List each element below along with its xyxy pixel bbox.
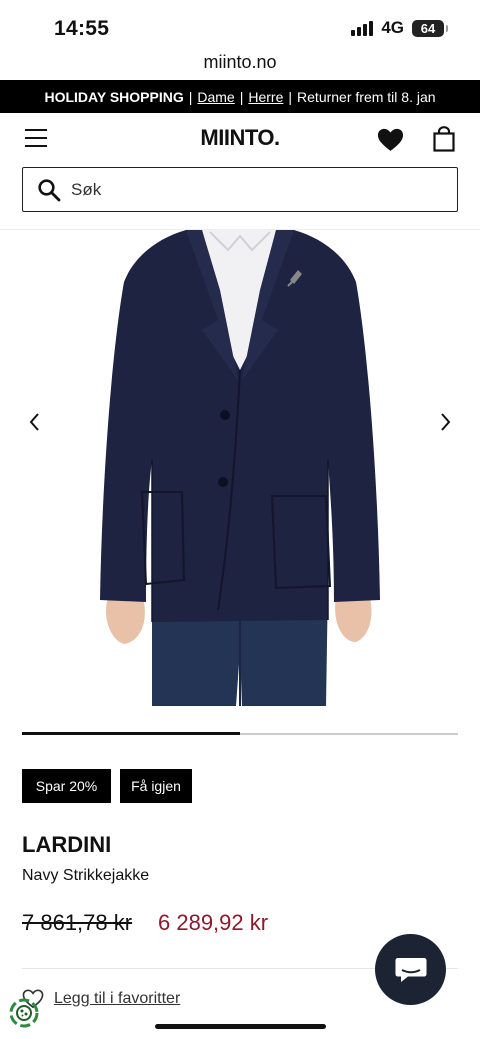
site-header: MIINTO. (0, 113, 480, 165)
product-brand[interactable]: LARDINI (22, 832, 111, 858)
shopping-bag-icon[interactable] (432, 126, 456, 152)
search-icon (38, 178, 61, 201)
discount-badge: Spar 20% (22, 769, 111, 803)
heart-icon[interactable] (377, 128, 404, 152)
browser-url[interactable]: miinto.no (0, 50, 480, 80)
battery-icon: 64 (412, 19, 448, 37)
return-badge: Få igjen (120, 769, 192, 803)
promo-separator: | (188, 88, 193, 105)
chat-bubble-icon (395, 957, 426, 982)
add-to-favorites-label[interactable]: Legg til i favoritter (54, 990, 180, 1008)
status-time: 14:55 (54, 17, 110, 40)
site-logo[interactable]: MIINTO. (0, 125, 480, 151)
sale-price: 6 289,92 kr (158, 910, 269, 935)
promo-link-men[interactable]: Herre (248, 89, 283, 105)
promo-title: HOLIDAY SHOPPING (44, 88, 184, 105)
promo-banner: HOLIDAY SHOPPING | Dame | Herre | Return… (0, 80, 480, 113)
gallery-progress-fill (22, 732, 240, 735)
status-indicators: 4G 64 (351, 18, 448, 38)
chat-button[interactable] (375, 934, 446, 1005)
signal-icon (351, 20, 374, 36)
product-image[interactable] (90, 230, 390, 706)
chevron-left-icon[interactable] (26, 411, 44, 433)
status-bar: 14:55 4G 64 (0, 0, 480, 50)
search-bar[interactable] (22, 167, 458, 212)
network-type: 4G (381, 18, 404, 37)
promo-separator: | (239, 88, 244, 105)
home-indicator (155, 1024, 326, 1029)
add-to-favorites-button[interactable]: Legg til i favoritter (22, 989, 180, 1009)
cookie-settings-icon[interactable] (8, 997, 40, 1029)
product-gallery[interactable] (0, 230, 480, 706)
promo-returns-text: Returner frem til 8. jan (297, 88, 436, 105)
original-price: 7 861,78 kr (22, 910, 133, 935)
promo-link-women[interactable]: Dame (197, 89, 234, 105)
search-input[interactable] (71, 179, 411, 200)
chevron-right-icon[interactable] (436, 411, 454, 433)
promo-separator: | (288, 88, 293, 105)
product-name: Navy Strikkejakke (22, 867, 150, 884)
